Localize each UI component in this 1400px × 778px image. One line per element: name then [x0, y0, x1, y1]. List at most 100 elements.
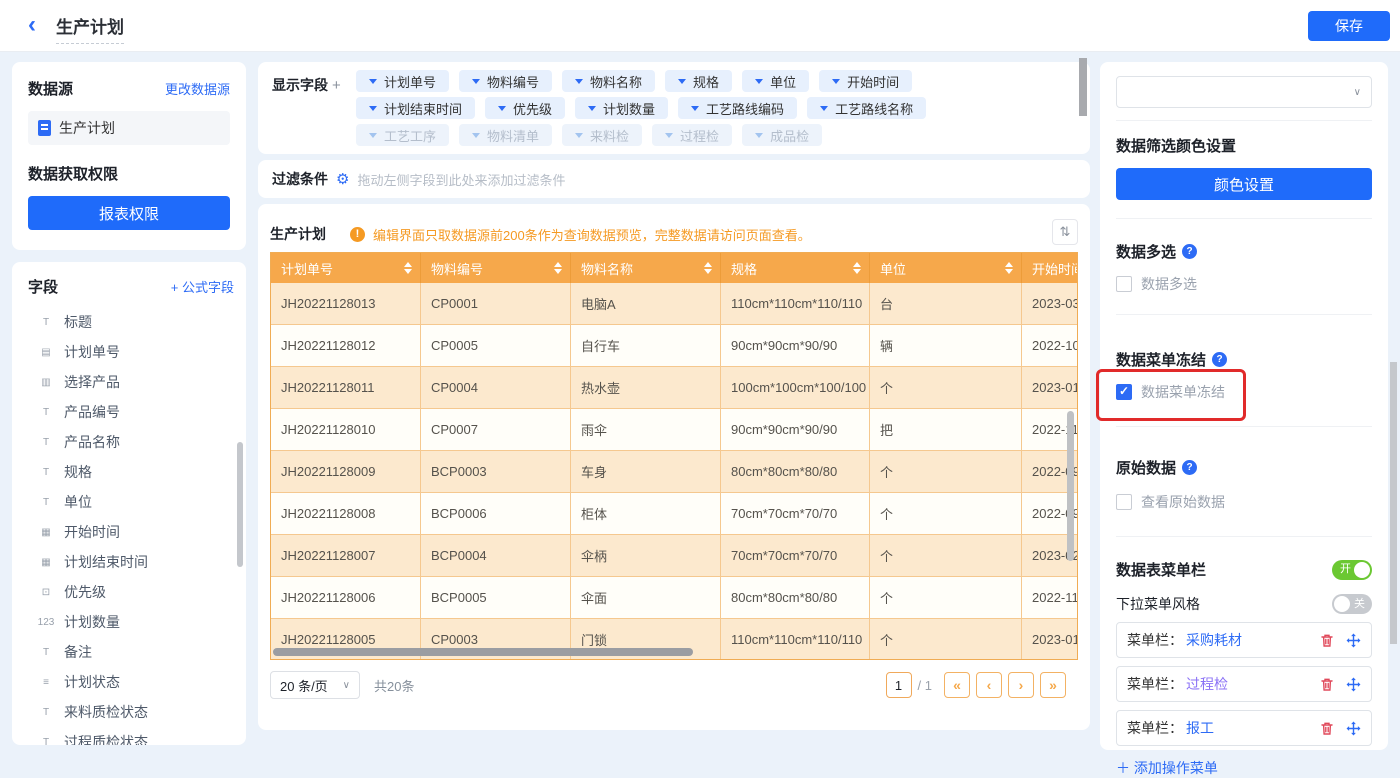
menu-bar-item-name[interactable]: 过程检 — [1186, 674, 1228, 694]
change-datasource-link[interactable]: 更改数据源 — [165, 79, 230, 98]
component-select[interactable] — [1116, 76, 1372, 108]
menu-freeze-checkbox[interactable]: 数据菜单冻结 — [1116, 382, 1372, 402]
field-item[interactable]: T 产品编号 — [28, 397, 234, 427]
sort-carets-icon[interactable] — [704, 262, 712, 274]
help-icon[interactable] — [1212, 352, 1227, 367]
table-row[interactable]: JH20221128010 CP0007 雨伞 90cm*90cm*90/90 … — [271, 409, 1078, 451]
sort-button[interactable] — [1052, 219, 1078, 245]
fields-scrollbar[interactable] — [237, 442, 243, 567]
field-item[interactable]: T 产品名称 — [28, 427, 234, 457]
table-row[interactable]: JH20221128012 CP0005 自行车 90cm*90cm*90/90… — [271, 325, 1078, 367]
display-field-tag[interactable]: 物料清单 — [459, 124, 552, 146]
dropdown-style-toggle[interactable]: 关 — [1332, 594, 1372, 614]
gear-icon[interactable] — [336, 172, 349, 187]
table-row[interactable]: JH20221128008 BCP0006 柜体 70cm*70cm*70/70… — [271, 493, 1078, 535]
caret-down-icon — [665, 133, 673, 138]
sort-carets-icon[interactable] — [404, 262, 412, 274]
move-icon[interactable] — [1346, 677, 1361, 692]
table-row[interactable]: JH20221128013 CP0001 电脑A 110cm*110cm*110… — [271, 283, 1078, 325]
trash-icon[interactable] — [1320, 677, 1334, 692]
move-icon[interactable] — [1346, 721, 1361, 736]
field-item[interactable]: T 规格 — [28, 457, 234, 487]
display-field-tag[interactable]: 来料检 — [562, 124, 642, 146]
next-page-button[interactable]: › — [1008, 672, 1034, 698]
move-icon[interactable] — [1346, 633, 1361, 648]
display-field-tag[interactable]: 规格 — [665, 70, 732, 92]
table-scrollbar[interactable] — [1067, 411, 1074, 561]
menu-freeze-checkbox-label: 数据菜单冻结 — [1141, 382, 1225, 402]
table-row[interactable]: JH20221128009 BCP0003 车身 80cm*80cm*80/80… — [271, 451, 1078, 493]
report-permission-button[interactable]: 报表权限 — [28, 196, 230, 230]
dropdown-style-label: 下拉菜单风格 — [1116, 594, 1200, 614]
display-field-tag[interactable]: 计划结束时间 — [356, 97, 475, 119]
sort-carets-icon[interactable] — [1005, 262, 1013, 274]
column-header[interactable]: 物料编号 — [421, 253, 571, 283]
sort-carets-icon[interactable] — [554, 262, 562, 274]
multi-select-checkbox[interactable]: 数据多选 — [1116, 274, 1372, 294]
field-item[interactable]: ≡ 计划状态 — [28, 667, 234, 697]
field-item[interactable]: T 备注 — [28, 637, 234, 667]
column-header[interactable]: 物料名称 — [571, 253, 721, 283]
prev-page-button[interactable]: ‹ — [976, 672, 1002, 698]
table-body: JH20221128013 CP0001 电脑A 110cm*110cm*110… — [271, 283, 1078, 660]
table-cell: CP0001 — [421, 283, 571, 325]
display-field-tag[interactable]: 优先级 — [485, 97, 565, 119]
field-item[interactable]: T 标题 — [28, 307, 234, 337]
menu-bar-item-name[interactable]: 报工 — [1186, 718, 1214, 738]
field-item[interactable]: ▤ 计划单号 — [28, 337, 234, 367]
display-field-tag[interactable]: 过程检 — [652, 124, 732, 146]
field-item[interactable]: T 单位 — [28, 487, 234, 517]
field-item[interactable]: ▥ 选择产品 — [28, 367, 234, 397]
field-item[interactable]: ▦ 计划结束时间 — [28, 547, 234, 577]
add-display-field-icon[interactable]: + — [332, 77, 341, 94]
last-page-button[interactable]: » — [1040, 672, 1066, 698]
page-scrollbar[interactable] — [1390, 362, 1397, 644]
add-action-menu-link[interactable]: ＋ 添加操作菜单 — [1116, 758, 1218, 778]
field-item[interactable]: T 过程质检状态 — [28, 727, 234, 745]
field-item[interactable]: ▦ 开始时间 — [28, 517, 234, 547]
column-header[interactable]: 计划单号 — [271, 253, 421, 283]
column-header[interactable]: 单位 — [870, 253, 1022, 283]
display-field-tag[interactable]: 开始时间 — [819, 70, 912, 92]
horizontal-scrollbar[interactable] — [273, 648, 693, 656]
datasource-item[interactable]: 生产计划 — [28, 111, 230, 145]
table-row[interactable]: JH20221128006 BCP0005 伞面 80cm*80cm*80/80… — [271, 577, 1078, 619]
display-field-tag[interactable]: 成品检 — [742, 124, 822, 146]
field-item[interactable]: ⊡ 优先级 — [28, 577, 234, 607]
data-permission-title: 数据获取权限 — [28, 163, 230, 184]
display-field-tag[interactable]: 工艺路线名称 — [807, 97, 926, 119]
field-item[interactable]: 123 计划数量 — [28, 607, 234, 637]
display-field-tag[interactable]: 计划数量 — [575, 97, 668, 119]
trash-icon[interactable] — [1320, 721, 1334, 736]
table-row[interactable]: JH20221128011 CP0004 热水壶 100cm*100cm*100… — [271, 367, 1078, 409]
add-formula-field-link[interactable]: + 公式字段 — [171, 277, 234, 296]
first-page-button[interactable]: « — [944, 672, 970, 698]
column-header[interactable]: 规格 — [721, 253, 870, 283]
display-field-tag[interactable]: 物料编号 — [459, 70, 552, 92]
back-icon[interactable] — [28, 12, 36, 38]
display-field-tag[interactable]: 工艺工序 — [356, 124, 449, 146]
table-cell: 90cm*90cm*90/90 — [721, 409, 870, 451]
menu-bar-toggle[interactable]: 开 — [1332, 560, 1372, 580]
page-size-select[interactable]: 20 条/页 — [270, 671, 360, 699]
raw-data-checkbox[interactable]: 查看原始数据 — [1116, 492, 1372, 512]
panel-scrollbar[interactable] — [1079, 58, 1087, 116]
display-field-tag[interactable]: 单位 — [742, 70, 809, 92]
column-header[interactable]: 开始时间 — [1022, 253, 1078, 283]
page-input[interactable]: 1 — [886, 672, 912, 698]
sort-carets-icon[interactable] — [853, 262, 861, 274]
color-settings-button[interactable]: 颜色设置 — [1116, 168, 1372, 200]
calendar-icon: ▦ — [36, 557, 56, 568]
display-field-tag[interactable]: 物料名称 — [562, 70, 655, 92]
display-field-tag[interactable]: 计划单号 — [356, 70, 449, 92]
trash-icon[interactable] — [1320, 633, 1334, 648]
display-field-tag[interactable]: 工艺路线编码 — [678, 97, 797, 119]
help-icon[interactable] — [1182, 244, 1197, 259]
field-item[interactable]: T 来料质检状态 — [28, 697, 234, 727]
save-button[interactable]: 保存 — [1308, 11, 1390, 41]
text-icon: T — [36, 467, 56, 478]
help-icon[interactable] — [1182, 460, 1197, 475]
table-row[interactable]: JH20221128007 BCP0004 伞柄 70cm*70cm*70/70… — [271, 535, 1078, 577]
menu-bar-item-name[interactable]: 采购耗材 — [1186, 630, 1242, 650]
bar-chart-icon: ▥ — [36, 377, 56, 388]
